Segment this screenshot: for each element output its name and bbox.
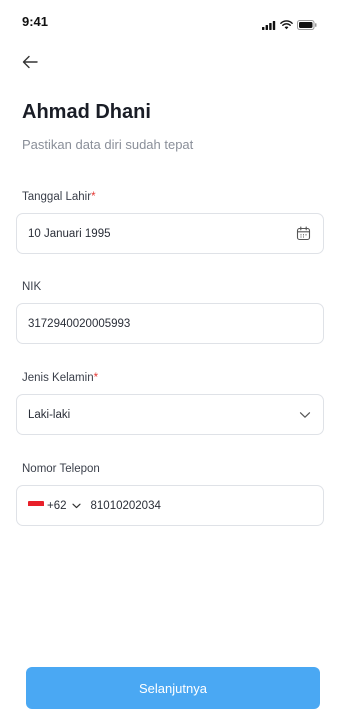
arrow-left-icon [22, 55, 38, 74]
gender-label: Jenis Kelamin* [22, 372, 98, 384]
calendar-icon[interactable] [296, 226, 311, 241]
nik-field[interactable]: 3172940020005993 [16, 303, 324, 344]
profile-form-screen: 9:41 Ahmad Dhani Pastikan data diri suda… [0, 0, 337, 722]
signal-icon [262, 17, 276, 35]
birth-date-label: Tanggal Lahir* [22, 191, 96, 203]
gender-select[interactable]: Laki-laki [16, 394, 324, 435]
indonesia-flag-icon [28, 500, 44, 511]
wifi-icon [280, 17, 293, 35]
nik-label: NIK [22, 281, 42, 293]
birth-date-label-text: Tanggal Lahir [22, 191, 92, 203]
chevron-down-icon [299, 411, 311, 419]
status-bar: 9:41 [0, 0, 337, 40]
battery-icon [297, 17, 317, 35]
back-button[interactable] [20, 54, 40, 74]
chevron-down-icon [71, 503, 81, 509]
phone-label: Nomor Telepon [22, 463, 100, 475]
required-mark: * [91, 191, 96, 203]
gender-label-text: Jenis Kelamin [22, 372, 94, 384]
page-title: Ahmad Dhani [22, 101, 151, 123]
required-mark: * [93, 372, 99, 384]
status-icons [262, 17, 317, 35]
country-code-selector[interactable]: +62 [28, 500, 81, 512]
phone-field[interactable]: +62 81010202034 [16, 485, 324, 526]
gender-value: Laki-laki [28, 408, 71, 421]
birth-date-field[interactable]: 10 Januari 1995 [16, 213, 324, 254]
status-time: 9:41 [22, 14, 49, 29]
country-code-value: +62 [47, 499, 67, 512]
phone-number-value[interactable]: 81010202034 [91, 500, 311, 512]
nik-value: 3172940020005993 [28, 317, 131, 330]
birth-date-value: 10 Januari 1995 [28, 227, 111, 240]
page-subtitle: Pastikan data diri sudah tepat [22, 137, 194, 152]
next-button[interactable]: Selanjutnya [26, 667, 320, 709]
